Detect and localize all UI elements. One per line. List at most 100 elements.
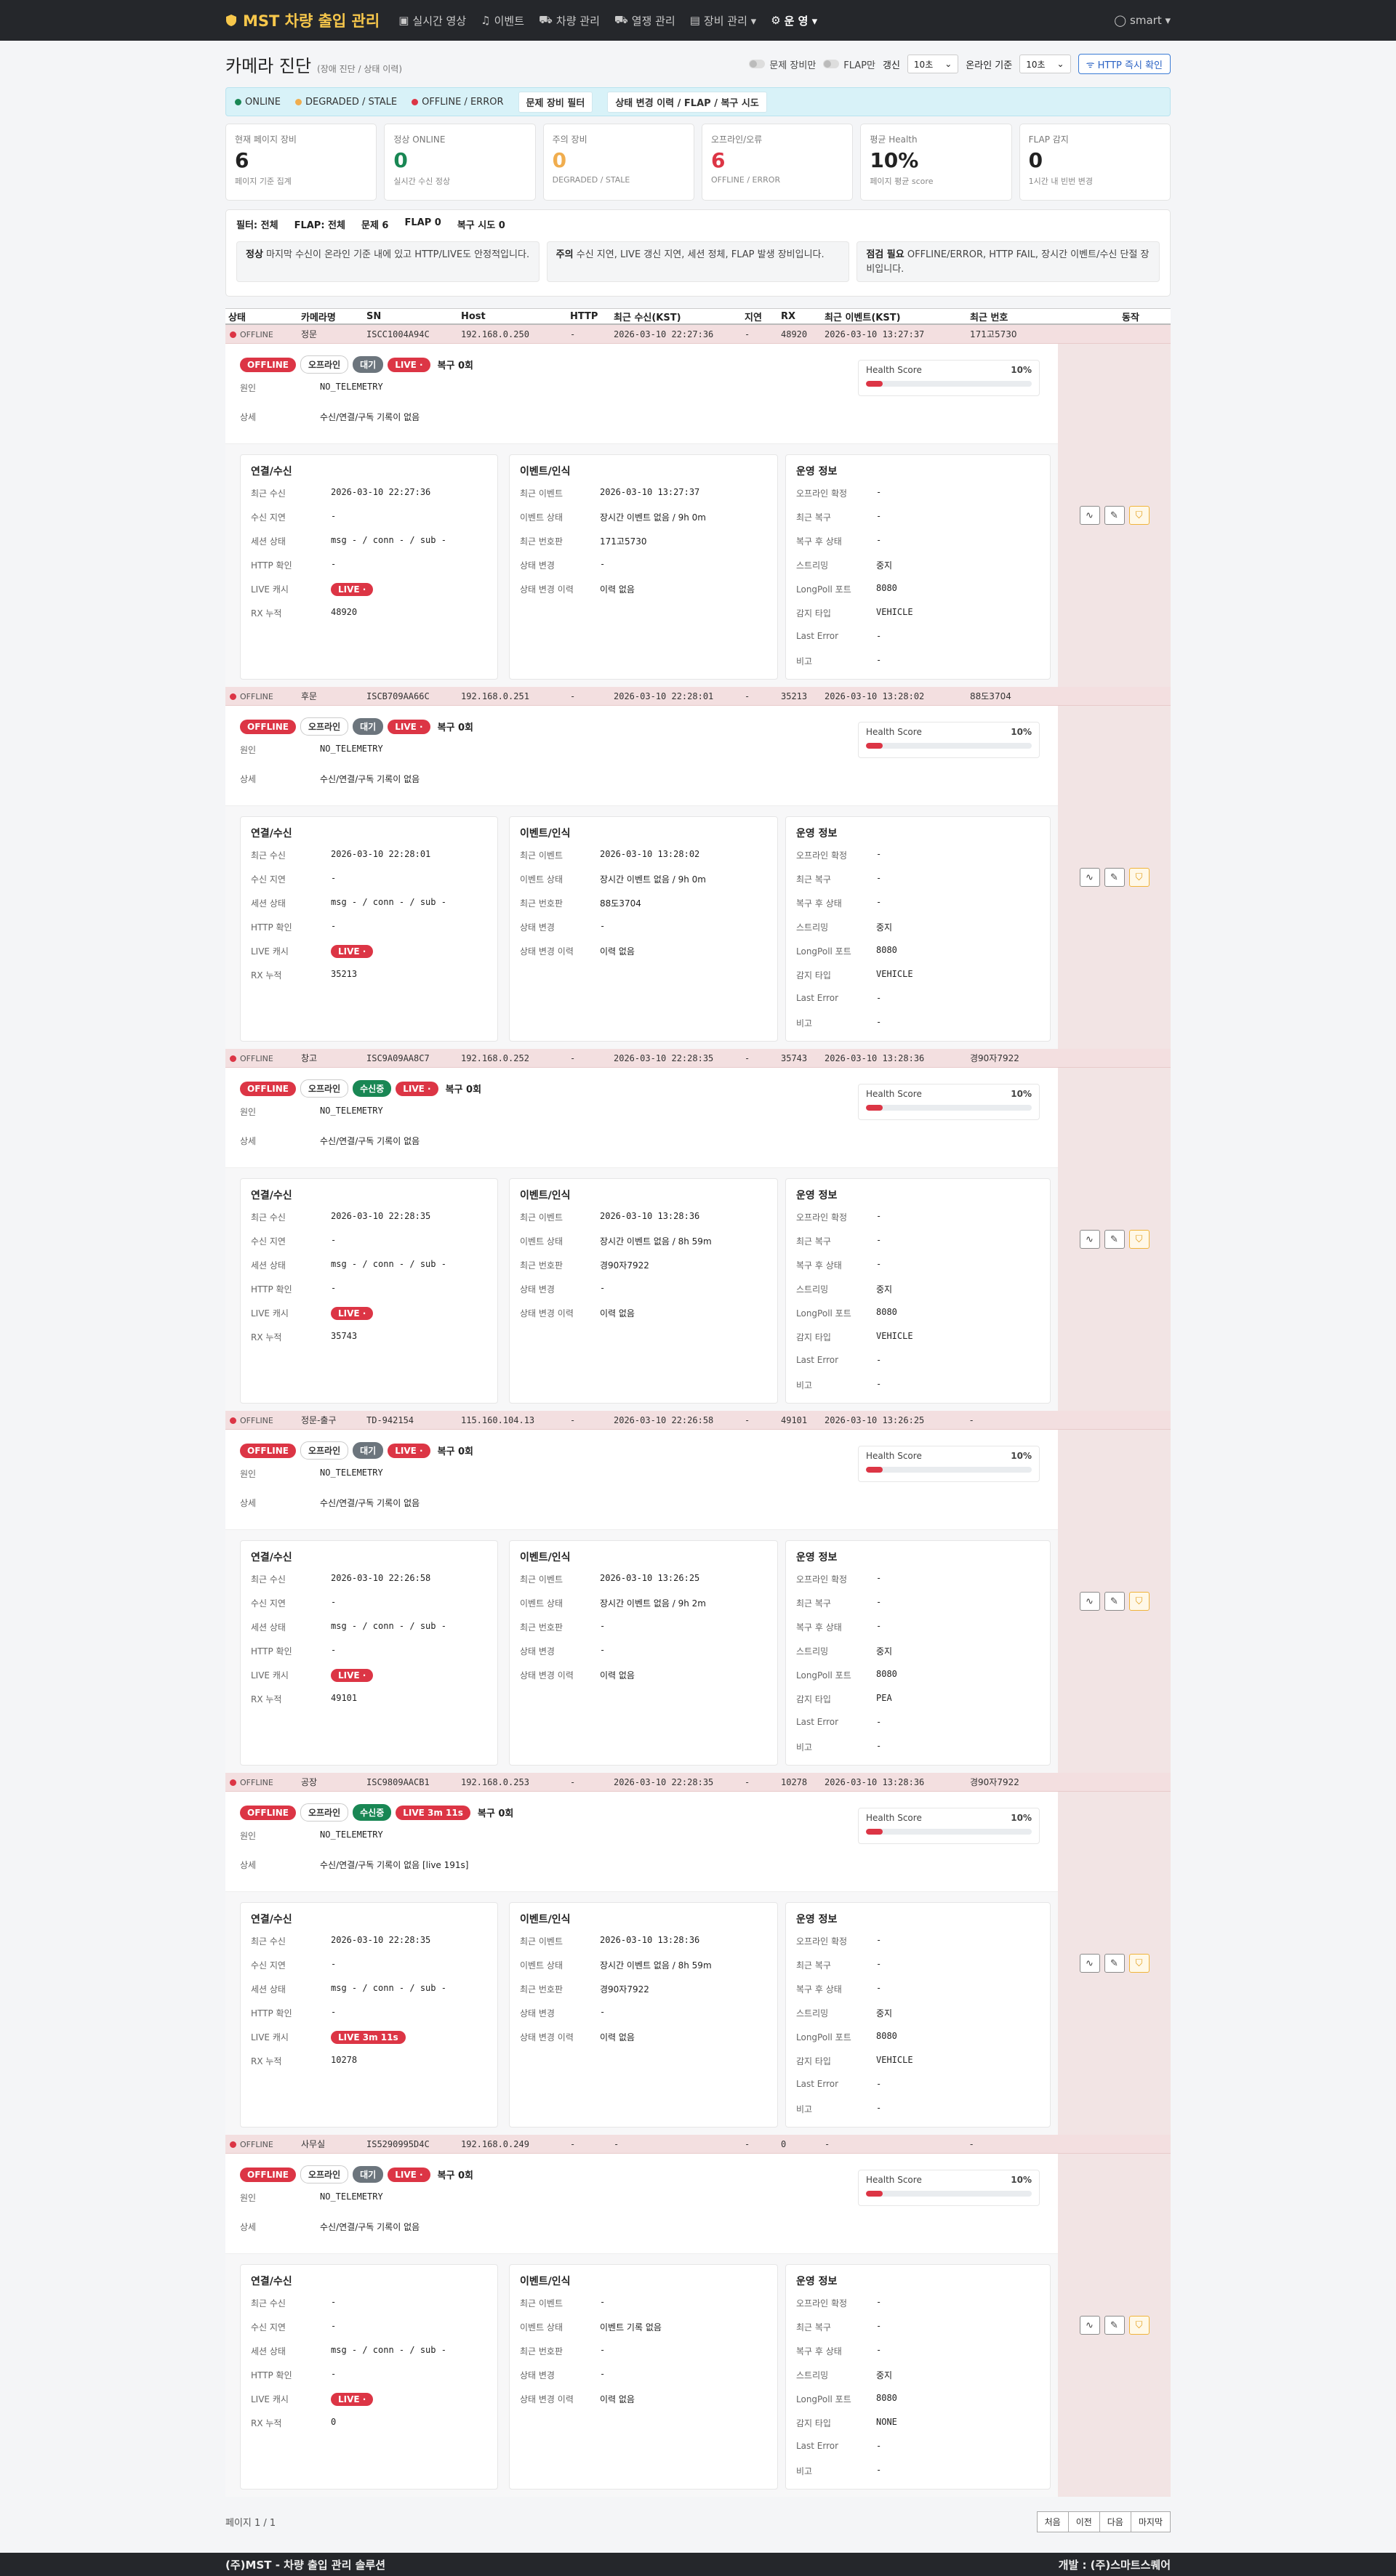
graph-button[interactable]: ∿	[1079, 1592, 1100, 1611]
recover-button[interactable]: ⛉	[1128, 1954, 1150, 1973]
panel-p1: 연결/수신 최근 수신 - 수신 지연 - 세션 상태 msg - / conn - / s…	[240, 2264, 498, 2490]
filter-tag[interactable]: 필터: 전체	[236, 217, 278, 231]
edit-button[interactable]: ✎	[1104, 1592, 1125, 1611]
panel-value: -	[331, 2007, 337, 2017]
table-row[interactable]: OFFLINE 공장 ISC9809AACB1 192.168.0.253 - 2026-…	[225, 1773, 1171, 1792]
column-header[interactable]: 지연	[742, 310, 778, 323]
pager-button[interactable]: 마지막	[1130, 2511, 1171, 2532]
filter-tag[interactable]: 복구 시도 0	[457, 217, 505, 231]
card-value: 0	[1028, 148, 1043, 172]
panel-row: 오프라인 확정 -	[796, 1573, 1040, 1597]
graph-button[interactable]: ∿	[1079, 868, 1100, 887]
cell-recv: 2026-03-10 22:27:36	[614, 329, 714, 339]
graph-button[interactable]: ∿	[1079, 1954, 1100, 1973]
pager-button[interactable]: 이전	[1067, 2511, 1100, 2532]
nav-operation[interactable]: ⚙ 운 영 ▾	[771, 13, 817, 28]
filter-tag[interactable]: FLAP: 전체	[294, 217, 345, 231]
nav-equipment[interactable]: ▤ 장비 관리 ▾	[690, 13, 756, 28]
panel-key: 상태 변경	[520, 922, 555, 933]
row-actions: ∿ ✎ ⛉	[1058, 344, 1171, 687]
edit-button[interactable]: ✎	[1104, 506, 1125, 525]
nav-parking[interactable]: ⛟ 열쟁 관리	[614, 13, 675, 28]
panel-row: RX 누적 35743	[251, 1331, 487, 1355]
edit-icon: ✎	[1110, 1233, 1118, 1245]
nav-events[interactable]: ♫ 이벤트	[481, 13, 524, 28]
column-header[interactable]: 최근 번호	[967, 310, 1091, 323]
graph-button[interactable]: ∿	[1079, 2316, 1100, 2335]
recover-button[interactable]: ⛉	[1128, 2316, 1150, 2335]
panel-key: LIVE 캐시	[251, 584, 289, 595]
edit-button[interactable]: ✎	[1104, 1230, 1125, 1249]
column-header[interactable]: RX	[778, 311, 822, 322]
cell-event: 2026-03-10 13:28:02	[825, 691, 925, 701]
panel-p1: 연결/수신 최근 수신 2026-03-10 22:28:35 수신 지연 - 세션 상태…	[240, 1178, 498, 1404]
filter-tag[interactable]: 문제 6	[361, 217, 389, 231]
panel-value: -	[876, 1235, 882, 1245]
panel-row: 스트리밍 중지	[796, 1283, 1040, 1307]
column-header[interactable]: HTTP	[567, 311, 611, 322]
hint-title: 점검 필요	[866, 249, 904, 260]
graph-button[interactable]: ∿	[1079, 506, 1100, 525]
user-menu[interactable]: ◯ smart ▾	[1114, 14, 1171, 27]
table-row[interactable]: OFFLINE 정문 ISCC1004A94C 192.168.0.250 - 2026-…	[225, 325, 1171, 344]
table-row[interactable]: OFFLINE 사무실 IS5290995D4C 192.168.0.249 - - - 0 -…	[225, 2135, 1171, 2154]
edit-button[interactable]: ✎	[1104, 1954, 1125, 1973]
recover-button[interactable]: ⛉	[1128, 506, 1150, 525]
panel-row: HTTP 확인 -	[251, 2369, 487, 2393]
cell-event: 2026-03-10 13:26:25	[825, 1414, 925, 1425]
toggle-problem-only[interactable]: 문제 장비만	[749, 57, 816, 71]
column-header[interactable]: SN	[364, 311, 458, 322]
panel-key: LongPoll 포트	[796, 1308, 851, 1319]
hint-row: 정상 마지막 수신이 온라인 기준 내에 있고 HTTP/LIVE도 안정적입니…	[236, 241, 1160, 282]
graph-button[interactable]: ∿	[1079, 1230, 1100, 1249]
pager-button[interactable]: 처음	[1036, 2511, 1069, 2532]
status-legend: ONLINE DEGRADED / STALE OFFLINE / ERROR …	[225, 87, 1171, 116]
health-bar	[866, 1467, 1032, 1473]
problem-filter-button[interactable]: 문제 장비 필터	[518, 91, 593, 113]
column-header[interactable]: Host	[458, 311, 567, 322]
edit-button[interactable]: ✎	[1104, 868, 1125, 887]
filter-tags: 필터: 전체 FLAP: 전체 문제 6 FLAP 0 복구 시도 0	[236, 217, 1160, 231]
column-header[interactable]: 카메라명	[298, 310, 364, 323]
health-label: Health Score	[866, 2175, 922, 2185]
panel-key: RX 누적	[251, 970, 282, 981]
panel-row: 복구 후 상태 -	[796, 1259, 1040, 1283]
panel-row: 비고 -	[796, 1017, 1040, 1041]
cell-recv: 2026-03-10 22:28:35	[614, 1776, 714, 1787]
refresh-value: 10초	[913, 59, 934, 70]
column-header[interactable]: 최근 수신(KST)	[611, 310, 742, 323]
online-select[interactable]: 10초 ⌄	[1019, 55, 1071, 73]
refresh-select[interactable]: 10초 ⌄	[907, 55, 959, 73]
panel-key: 감지 타입	[796, 1694, 831, 1704]
cell-status: OFFLINE	[225, 329, 298, 339]
panel-key: 상태 변경 이력	[520, 584, 574, 595]
nav-vehicles[interactable]: ⛟ 차량 관리	[539, 13, 600, 28]
panel-row: LongPoll 포트 8080	[796, 1669, 1040, 1693]
health-fill	[866, 1829, 883, 1835]
nav-live[interactable]: ▣ 실시간 영상	[398, 13, 466, 28]
toggle-flap-only[interactable]: FLAP만	[823, 57, 875, 71]
detail-summary: OFFLINE 오프라인 수신중 LIVE · 복구 0회 원인 NO_TELEMETRY 상…	[225, 1068, 1058, 1168]
panel-value: -	[876, 1959, 882, 1969]
history-button[interactable]: 상태 변경 이력 / FLAP / 복구 시도	[607, 91, 767, 113]
cause-label: 원인	[240, 1469, 257, 1479]
panel-row: 최근 복구 -	[796, 1597, 1040, 1621]
table-row[interactable]: OFFLINE 후문 ISCB709AA66C 192.168.0.251 - 2026-…	[225, 687, 1171, 706]
column-header[interactable]: 최근 이벤트(KST)	[822, 310, 967, 323]
table-row[interactable]: OFFLINE 정문-출구 TD-942154 115.160.104.13 - 2026…	[225, 1411, 1171, 1430]
column-header[interactable]: 상태	[225, 310, 298, 323]
pager-button[interactable]: 다음	[1099, 2511, 1131, 2532]
http-check-button[interactable]: ᯤ HTTP 즉시 확인	[1078, 54, 1171, 74]
brand[interactable]: MST 차량 출입 관리	[225, 9, 380, 31]
status-badges: OFFLINE 오프라인 수신중 LIVE · 복구 0회	[240, 1079, 481, 1098]
filter-tag[interactable]: FLAP 0	[404, 217, 441, 231]
recover-button[interactable]: ⛉	[1128, 1592, 1150, 1611]
hint-text: OFFLINE/ERROR, HTTP FAIL, 장시간 이벤트/수신 단절 …	[866, 249, 1150, 275]
cell-name: 정문	[301, 329, 318, 339]
edit-button[interactable]: ✎	[1104, 2316, 1125, 2335]
column-header[interactable]: 동작	[1091, 310, 1171, 323]
table-row[interactable]: OFFLINE 창고 ISC9A09AA8C7 192.168.0.252 - 2026-…	[225, 1049, 1171, 1068]
recover-button[interactable]: ⛉	[1128, 868, 1150, 887]
recover-button[interactable]: ⛉	[1128, 1230, 1150, 1249]
cell-http: -	[570, 1776, 576, 1787]
